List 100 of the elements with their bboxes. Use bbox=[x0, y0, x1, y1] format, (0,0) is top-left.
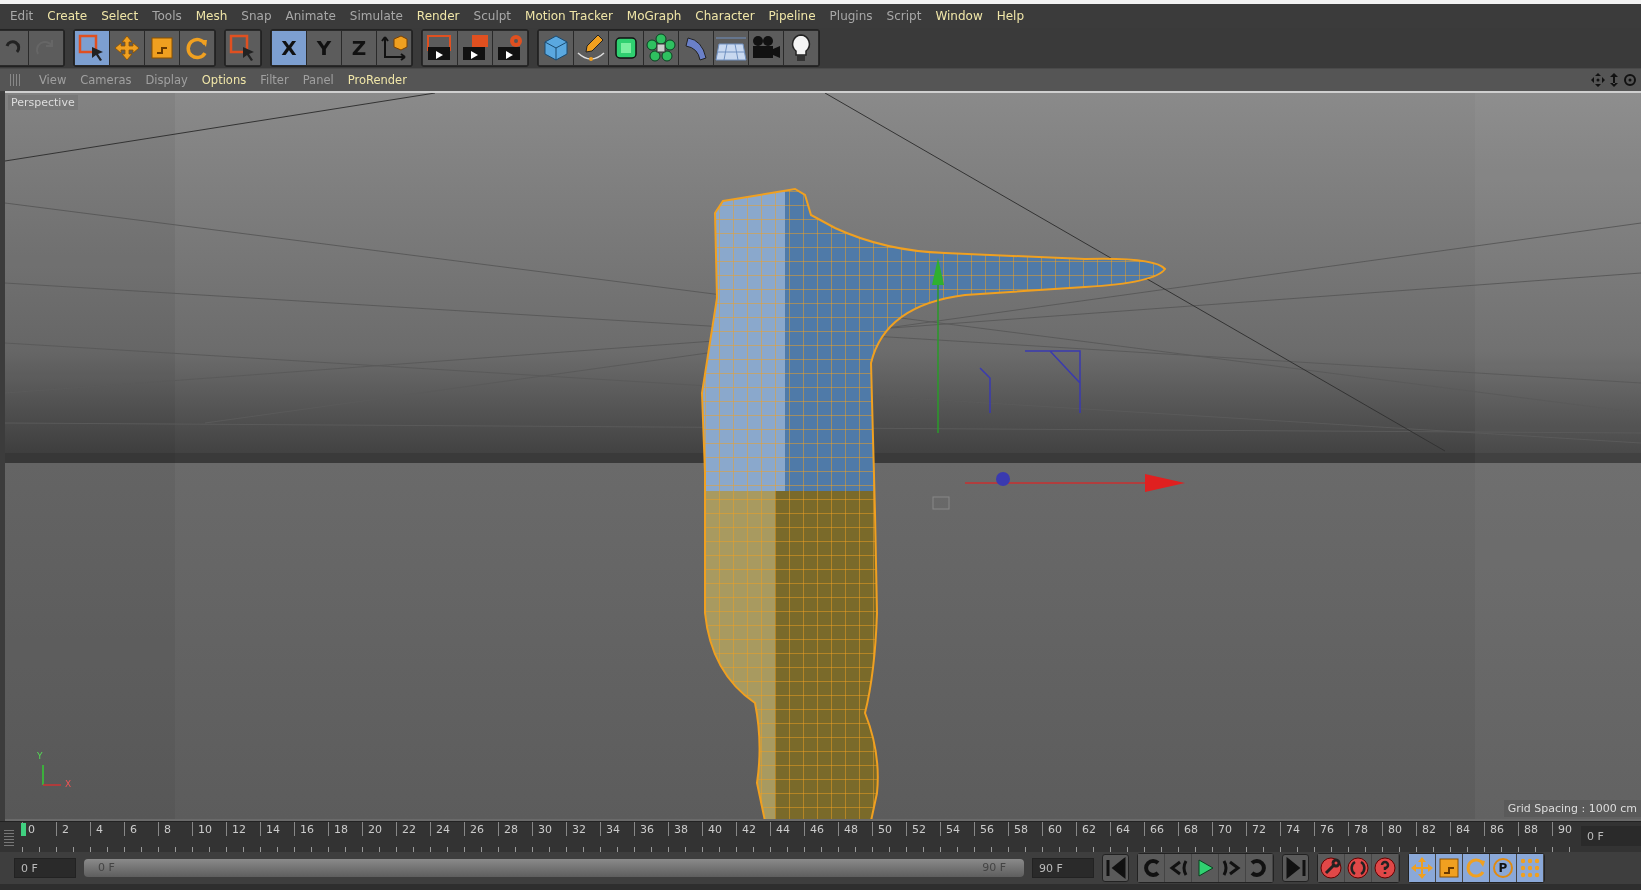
live-select-tool-button[interactable] bbox=[75, 31, 109, 65]
light-tool-button[interactable] bbox=[784, 31, 818, 65]
light-bulb-icon bbox=[789, 33, 813, 63]
frame-number: 86 bbox=[1484, 822, 1518, 836]
key-mode-button[interactable] bbox=[1409, 854, 1436, 882]
frame-number: 42 bbox=[736, 822, 770, 836]
menu-item[interactable]: Snap bbox=[235, 9, 278, 23]
camera-label: Perspective bbox=[8, 95, 78, 110]
zoom-arrows-icon[interactable] bbox=[1608, 73, 1620, 87]
playback-button[interactable] bbox=[1192, 854, 1219, 882]
cloner-tool-button[interactable] bbox=[644, 31, 678, 65]
frame-number: 40 bbox=[702, 822, 736, 836]
frame-number: 44 bbox=[770, 822, 804, 836]
bend-tool-button[interactable] bbox=[679, 31, 713, 65]
floor-tool-button[interactable] bbox=[714, 31, 748, 65]
move-tool-button[interactable] bbox=[110, 31, 144, 65]
menu-item[interactable]: Select bbox=[95, 9, 145, 23]
render-picture-tool-button[interactable] bbox=[458, 31, 492, 65]
frame-number: 10 bbox=[192, 822, 226, 836]
playback-button[interactable] bbox=[1282, 854, 1309, 882]
frame-number: 84 bbox=[1450, 822, 1484, 836]
frame-number: 62 bbox=[1076, 822, 1110, 836]
key-mode-button[interactable] bbox=[1436, 854, 1463, 882]
record-button[interactable] bbox=[1372, 854, 1399, 882]
menu-item[interactable]: Window bbox=[929, 9, 989, 23]
key-mode-button[interactable]: P bbox=[1490, 854, 1517, 882]
menu-item[interactable]: Sculpt bbox=[467, 9, 518, 23]
menu-item[interactable]: Tools bbox=[146, 9, 188, 23]
playback-button[interactable] bbox=[1246, 854, 1273, 882]
frame-number: 58 bbox=[1008, 822, 1042, 836]
menu-item[interactable]: Script bbox=[880, 9, 928, 23]
frame-number: 12 bbox=[226, 822, 260, 836]
question-mark-icon bbox=[1373, 856, 1397, 880]
menu-item[interactable]: Animate bbox=[279, 9, 342, 23]
scale-icon bbox=[149, 35, 175, 61]
frame-number: 72 bbox=[1246, 822, 1280, 836]
frame-number: 76 bbox=[1314, 822, 1348, 836]
menu-item[interactable]: Help bbox=[990, 9, 1031, 23]
end-frame-field[interactable]: 90 F bbox=[1032, 858, 1094, 878]
frame-number: 24 bbox=[430, 822, 464, 836]
playback-button[interactable] bbox=[1219, 854, 1246, 882]
frame-number: 8 bbox=[158, 822, 192, 836]
subdivide-tool-button[interactable] bbox=[609, 31, 643, 65]
viewport-menu-item[interactable]: ProRender bbox=[340, 73, 414, 87]
menu-item[interactable]: Pipeline bbox=[762, 9, 822, 23]
orbit-icon[interactable] bbox=[1623, 73, 1637, 87]
axis-label: Y bbox=[37, 751, 43, 761]
key-mode-button[interactable] bbox=[1517, 854, 1544, 882]
frame-number: 74 bbox=[1280, 822, 1314, 836]
frame-number: 64 bbox=[1110, 822, 1144, 836]
undo-tool-button[interactable] bbox=[0, 31, 28, 65]
menu-item[interactable]: Create bbox=[41, 9, 94, 23]
floor-grid-icon bbox=[715, 34, 747, 62]
record-button[interactable] bbox=[1318, 854, 1345, 882]
frame-number: 78 bbox=[1348, 822, 1382, 836]
cloner-flower-icon bbox=[646, 33, 676, 63]
move-icon bbox=[113, 34, 141, 62]
scale-tool-button[interactable] bbox=[145, 31, 179, 65]
menu-item[interactable]: Motion Tracker bbox=[519, 9, 619, 23]
frame-number: 2 bbox=[56, 822, 90, 836]
coords-tool-button[interactable] bbox=[377, 31, 411, 65]
scale-icon bbox=[1437, 856, 1461, 880]
menu-item[interactable]: Render bbox=[410, 9, 466, 23]
frame-number: 20 bbox=[362, 822, 396, 836]
frame-number: 30 bbox=[532, 822, 566, 836]
clapperboard-icon bbox=[460, 33, 490, 63]
playback-button[interactable] bbox=[1165, 854, 1192, 882]
menu-item[interactable]: MoGraph bbox=[620, 9, 688, 23]
menu-item[interactable]: Edit bbox=[4, 9, 40, 23]
start-frame-field[interactable]: 0 F bbox=[14, 858, 76, 878]
rotate-icon bbox=[1464, 856, 1488, 880]
pen-tool-button[interactable] bbox=[574, 31, 608, 65]
playback-button[interactable] bbox=[1138, 854, 1165, 882]
dot-grid-icon bbox=[1518, 856, 1542, 880]
bent-shape-icon bbox=[682, 34, 710, 62]
coordinate-system-icon bbox=[379, 33, 409, 63]
frame-number: 0 bbox=[22, 822, 56, 836]
frame-number: 16 bbox=[294, 822, 328, 836]
frame-number: 22 bbox=[396, 822, 430, 836]
render-settings-tool-button[interactable] bbox=[493, 31, 527, 65]
frame-number: 14 bbox=[260, 822, 294, 836]
viewport-menu-item[interactable]: Options bbox=[194, 73, 254, 87]
pan-icon[interactable] bbox=[1591, 73, 1605, 87]
frame-number: 6 bbox=[124, 822, 158, 836]
menu-item[interactable]: Plugins bbox=[823, 9, 879, 23]
rotate-tool-button[interactable] bbox=[180, 31, 214, 65]
pen-icon bbox=[576, 33, 606, 63]
current-frame-field[interactable]: 0 F bbox=[1581, 826, 1641, 846]
playback-button[interactable] bbox=[1102, 854, 1129, 882]
key-mode-button[interactable] bbox=[1463, 854, 1490, 882]
frame-number: 54 bbox=[940, 822, 974, 836]
menu-item[interactable]: Character bbox=[689, 9, 761, 23]
key-icon bbox=[1319, 856, 1343, 880]
frame-number: 4 bbox=[90, 822, 124, 836]
record-button[interactable] bbox=[1345, 854, 1372, 882]
autokey-icon bbox=[1346, 856, 1370, 880]
menu-item[interactable]: Simulate bbox=[343, 9, 409, 23]
render-view-tool-button[interactable] bbox=[423, 31, 457, 65]
menu-item[interactable]: Mesh bbox=[189, 9, 234, 23]
axis-lock-button[interactable]: X bbox=[272, 31, 306, 65]
